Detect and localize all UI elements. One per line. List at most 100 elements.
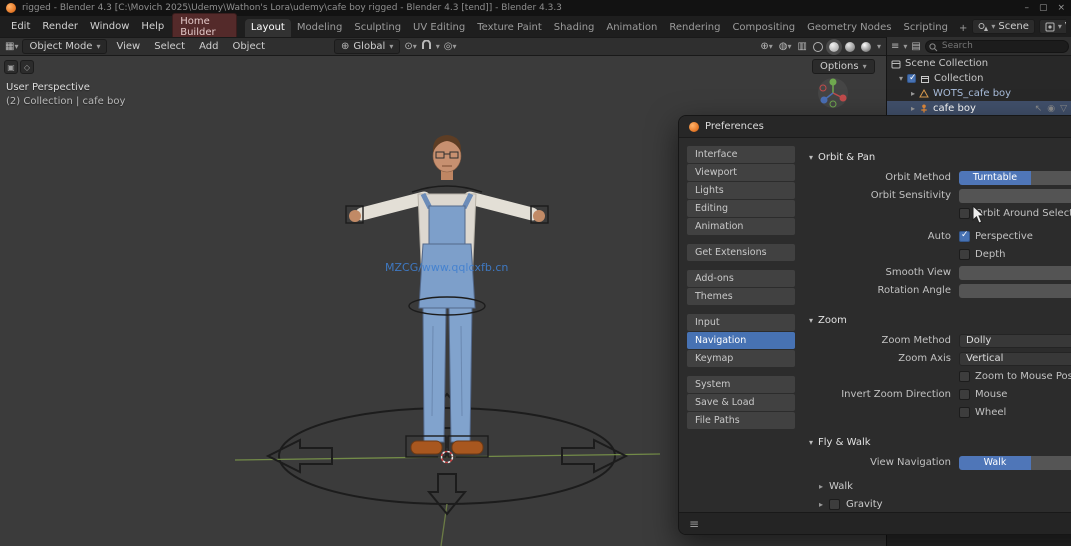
outliner-row-wots-cafe-boy[interactable]: ▸ WOTS_cafe boy bbox=[887, 86, 1071, 101]
rig-arrow-east[interactable] bbox=[561, 438, 629, 474]
close-button[interactable]: × bbox=[1057, 3, 1065, 13]
disclosure-icon[interactable]: ▸ bbox=[911, 104, 915, 113]
cursor-tool-icon[interactable]: ◇ bbox=[20, 60, 34, 74]
tab-texture-paint[interactable]: Texture Paint bbox=[471, 19, 548, 37]
preferences-title-bar[interactable]: Preferences bbox=[679, 116, 1071, 138]
collection-checkbox[interactable] bbox=[907, 73, 917, 83]
shading-material-icon[interactable] bbox=[844, 41, 855, 52]
rig-root-circle[interactable] bbox=[278, 407, 616, 505]
pivot-point-icon[interactable]: ⊙▾ bbox=[404, 41, 416, 52]
sidebar-item-interface[interactable]: Interface bbox=[687, 146, 795, 163]
disclosure-icon[interactable]: ▸ bbox=[911, 89, 915, 98]
sidebar-item-get-extensions[interactable]: Get Extensions bbox=[687, 244, 795, 261]
snap-options-icon[interactable]: ▾ bbox=[436, 42, 440, 51]
view-navigation-fly-button[interactable]: Fly bbox=[1031, 455, 1071, 470]
shading-rendered-icon[interactable] bbox=[860, 41, 871, 52]
tab-uv-editing[interactable]: UV Editing bbox=[407, 19, 471, 37]
view-layer-selector[interactable]: ▾ Viewla bbox=[1038, 19, 1066, 34]
tab-shading[interactable]: Shading bbox=[548, 19, 601, 37]
section-orbit-pan[interactable]: ▾ Orbit & Pan bbox=[809, 148, 1071, 166]
sidebar-item-editing[interactable]: Editing bbox=[687, 200, 795, 217]
menu-view[interactable]: View bbox=[111, 40, 145, 53]
object-select-icon[interactable]: ↖ bbox=[1035, 104, 1043, 114]
sidebar-item-viewport[interactable]: Viewport bbox=[687, 164, 795, 181]
menu-render[interactable]: Render bbox=[36, 19, 84, 34]
tab-rendering[interactable]: Rendering bbox=[663, 19, 726, 37]
gravity-checkbox[interactable] bbox=[829, 498, 841, 510]
walk-subsection[interactable]: ▸ Walk bbox=[809, 477, 1071, 495]
outliner-row-collection[interactable]: ▾ Collection bbox=[887, 71, 1071, 86]
orbit-method-trackball-button[interactable]: Trackball bbox=[1031, 170, 1071, 185]
tab-animation[interactable]: Animation bbox=[600, 19, 663, 37]
transform-orientation-selector[interactable]: ⊕ Global ▾ bbox=[334, 39, 401, 54]
sidebar-item-animation[interactable]: Animation bbox=[687, 218, 795, 235]
proportional-editing-icon[interactable]: ◎▾ bbox=[444, 41, 457, 52]
section-zoom[interactable]: ▾ Zoom bbox=[809, 311, 1071, 329]
navigation-gizmo[interactable] bbox=[816, 76, 850, 113]
invert-zoom-wheel-checkbox[interactable] bbox=[959, 407, 970, 418]
add-workspace-button[interactable]: + bbox=[954, 20, 972, 37]
shading-options-icon[interactable]: ▾ bbox=[877, 42, 881, 51]
character-cafe-boy[interactable] bbox=[349, 135, 545, 455]
auto-perspective-checkbox[interactable] bbox=[959, 230, 970, 242]
editor-type-icon[interactable]: ▦▾ bbox=[5, 41, 18, 52]
sidebar-item-keymap[interactable]: Keymap bbox=[687, 350, 795, 367]
orbit-around-selection-checkbox[interactable] bbox=[959, 208, 970, 219]
orbit-method-turntable-button[interactable]: Turntable bbox=[959, 170, 1031, 185]
sidebar-item-save-load[interactable]: Save & Load bbox=[687, 394, 795, 411]
sidebar-item-file-paths[interactable]: File Paths bbox=[687, 412, 795, 429]
gravity-subsection[interactable]: ▸ Gravity bbox=[809, 495, 1071, 512]
rig-arrow-west[interactable] bbox=[265, 438, 333, 474]
invert-zoom-mouse-checkbox[interactable] bbox=[959, 389, 970, 400]
options-dropdown[interactable]: Options ▾ bbox=[812, 59, 875, 74]
tab-sculpting[interactable]: Sculpting bbox=[348, 19, 407, 37]
zoom-method-dropdown[interactable]: Dolly bbox=[959, 333, 1071, 348]
mode-selector[interactable]: Object Mode ▾ bbox=[22, 39, 108, 54]
menu-edit[interactable]: Edit bbox=[5, 19, 36, 34]
sidebar-item-add-ons[interactable]: Add-ons bbox=[687, 270, 795, 287]
outliner-row-cafe-boy[interactable]: ▸ cafe boy ↖ ◉ ▽ bbox=[887, 101, 1071, 116]
show-gizmo-icon[interactable]: ⊕▾ bbox=[760, 41, 772, 52]
menu-help[interactable]: Help bbox=[135, 19, 170, 34]
orbit-sensitivity-field[interactable]: 0.4° bbox=[959, 188, 1071, 203]
zoom-axis-dropdown[interactable]: Vertical bbox=[959, 351, 1071, 366]
shading-solid-icon[interactable] bbox=[825, 38, 842, 55]
section-fly-walk[interactable]: ▾ Fly & Walk bbox=[809, 433, 1071, 451]
maximize-button[interactable]: ▢ bbox=[1039, 3, 1048, 13]
outliner-row-scene-collection[interactable]: Scene Collection bbox=[887, 56, 1071, 71]
smooth-view-field[interactable]: 200 bbox=[959, 265, 1071, 280]
tab-modeling[interactable]: Modeling bbox=[291, 19, 349, 37]
sidebar-item-system[interactable]: System bbox=[687, 376, 795, 393]
rotation-angle-field[interactable]: 15.000 bbox=[959, 283, 1071, 298]
menu-window[interactable]: Window bbox=[84, 19, 135, 34]
display-mode-icon[interactable]: ▤ bbox=[911, 41, 920, 52]
show-overlays-icon[interactable]: ◍▾ bbox=[779, 41, 792, 52]
xray-toggle-icon[interactable]: ▥ bbox=[798, 41, 807, 52]
view-navigation-walk-button[interactable]: Walk bbox=[959, 455, 1031, 470]
menu-add[interactable]: Add bbox=[194, 40, 223, 53]
chevron-down-icon[interactable]: ▾ bbox=[903, 42, 907, 51]
outliner-search-input[interactable] bbox=[924, 39, 1069, 53]
hamburger-menu-icon[interactable]: ≡ bbox=[689, 517, 699, 531]
disclosure-icon[interactable]: ▾ bbox=[899, 74, 903, 83]
filter-list-icon[interactable]: ≡ bbox=[891, 41, 899, 52]
menu-object[interactable]: Object bbox=[227, 40, 270, 53]
snap-magnet-icon[interactable] bbox=[421, 39, 432, 54]
tab-geometry-nodes[interactable]: Geometry Nodes bbox=[801, 19, 897, 37]
zoom-to-mouse-checkbox[interactable] bbox=[959, 371, 970, 382]
select-box-tool-icon[interactable]: ▣ bbox=[4, 60, 18, 74]
object-filter-icon[interactable]: ▽ bbox=[1060, 104, 1067, 114]
auto-depth-checkbox[interactable] bbox=[959, 249, 970, 260]
sidebar-item-themes[interactable]: Themes bbox=[687, 288, 795, 305]
tab-compositing[interactable]: Compositing bbox=[726, 19, 801, 37]
sidebar-item-navigation[interactable]: Navigation bbox=[687, 332, 795, 349]
sidebar-item-input[interactable]: Input bbox=[687, 314, 795, 331]
minimize-button[interactable]: – bbox=[1024, 3, 1029, 13]
scene-selector[interactable]: ▾ Scene bbox=[972, 19, 1035, 34]
tab-layout[interactable]: Layout bbox=[244, 19, 291, 37]
menu-select[interactable]: Select bbox=[149, 40, 190, 53]
shading-wireframe-icon[interactable] bbox=[812, 41, 823, 52]
object-hide-icon[interactable]: ◉ bbox=[1047, 104, 1055, 114]
tab-scripting[interactable]: Scripting bbox=[897, 19, 953, 37]
sidebar-item-lights[interactable]: Lights bbox=[687, 182, 795, 199]
